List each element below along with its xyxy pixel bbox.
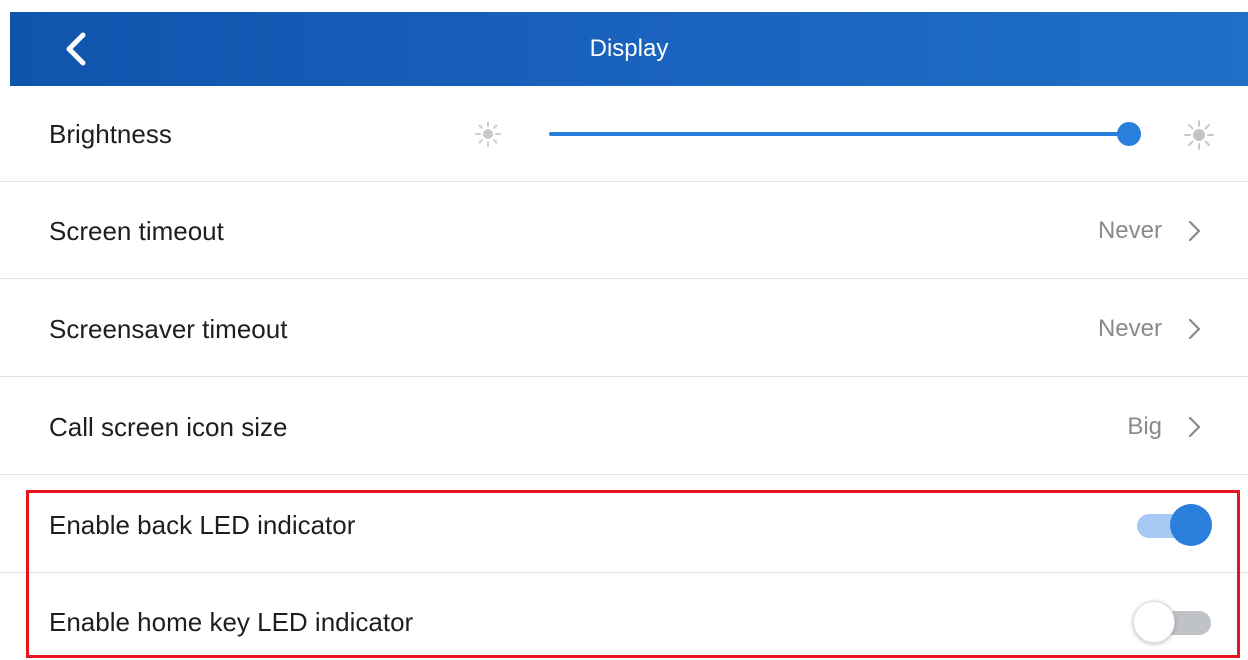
sun-dim-icon — [474, 120, 502, 153]
chevron-right-icon — [1188, 416, 1201, 438]
toggle-knob — [1170, 504, 1212, 546]
screen-timeout-row[interactable]: Screen timeout Never — [0, 183, 1248, 279]
call-screen-icon-size-label: Call screen icon size — [49, 412, 288, 442]
page-title: Display — [589, 35, 669, 62]
toggle-knob — [1133, 601, 1175, 643]
back-led-row: Enable back LED indicator — [0, 477, 1248, 573]
brightness-row: Brightness — [0, 86, 1248, 182]
sun-bright-icon — [1184, 120, 1214, 155]
brightness-slider[interactable] — [549, 122, 1141, 146]
slider-thumb[interactable] — [1117, 122, 1141, 146]
screensaver-timeout-row[interactable]: Screensaver timeout Never — [0, 281, 1248, 377]
screensaver-timeout-label: Screensaver timeout — [49, 314, 288, 344]
chevron-right-icon — [1188, 318, 1201, 340]
top-app-bar: Display — [10, 12, 1248, 86]
screensaver-timeout-value: Never — [1097, 315, 1162, 342]
chevron-right-icon — [1188, 220, 1201, 242]
call-screen-icon-size-row[interactable]: Call screen icon size Big — [0, 379, 1248, 475]
home-key-led-label: Enable home key LED indicator — [49, 607, 414, 637]
slider-fill — [549, 132, 1129, 136]
home-key-led-toggle[interactable] — [1133, 599, 1215, 645]
display-settings-screen: Display Brightness Screen timeout Never … — [0, 0, 1248, 660]
call-screen-icon-size-value: Big — [1127, 413, 1162, 440]
brightness-label: Brightness — [49, 119, 172, 149]
back-led-toggle[interactable] — [1133, 502, 1215, 548]
home-key-led-row: Enable home key LED indicator — [0, 574, 1248, 660]
screen-timeout-label: Screen timeout — [49, 216, 224, 246]
screen-timeout-value: Never — [1097, 217, 1162, 244]
back-led-label: Enable back LED indicator — [49, 510, 356, 540]
